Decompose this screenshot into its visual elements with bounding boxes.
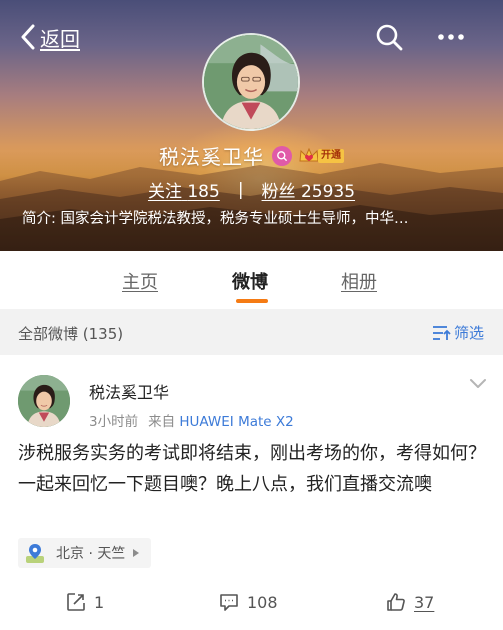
profile-name-row: 税法奚卫华 开通 <box>0 141 503 170</box>
post-count-label: 全部微博 (135) <box>18 325 124 343</box>
chevron-down-icon[interactable] <box>468 377 488 391</box>
post-source-prefix: 来自 <box>148 414 176 430</box>
post-device[interactable]: HUAWEI Mate X2 <box>179 414 293 430</box>
profile-bio[interactable]: 简介: 国家会计学院税法教授，税务专业硕士生导师，中华… <box>22 207 482 228</box>
tab-album[interactable]: 相册 <box>341 268 377 294</box>
profile-stats: 关注 185 | 粉丝 25935 <box>0 177 503 203</box>
followers-count: 25935 <box>300 182 356 202</box>
location-tag[interactable]: 北京 · 天竺 <box>18 538 152 568</box>
filter-bar: 全部微博 (135) 筛选 <box>0 309 503 355</box>
post-author-avatar[interactable] <box>18 375 70 427</box>
comment-button[interactable]: 108 <box>219 592 278 612</box>
repost-icon <box>67 593 85 611</box>
post-actions: 1 108 37 <box>0 592 503 622</box>
crown-icon <box>299 147 319 161</box>
verified-badge-icon <box>272 145 292 166</box>
back-button[interactable]: 返回 <box>20 22 80 52</box>
following-label: 关注 <box>147 182 182 202</box>
post-author-name[interactable]: 税法奚卫华 <box>89 379 169 403</box>
profile-tabs: 主页 微博 相册 <box>0 251 503 309</box>
search-icon[interactable] <box>374 22 404 52</box>
followers-link[interactable]: 粉丝 25935 <box>262 177 356 202</box>
followers-label: 粉丝 <box>261 182 296 202</box>
filter-label: 筛选 <box>454 324 485 342</box>
play-arrow-icon <box>133 549 140 557</box>
comment-count: 108 <box>247 592 278 612</box>
back-label: 返回 <box>40 26 80 51</box>
thumbs-up-icon <box>387 593 405 611</box>
comment-icon <box>220 594 238 611</box>
like-count: 37 <box>414 592 435 612</box>
stats-separator: | <box>237 179 244 200</box>
active-tab-indicator <box>236 299 268 303</box>
following-count: 185 <box>187 182 220 202</box>
location-pin-icon <box>26 544 44 563</box>
tab-home[interactable]: 主页 <box>122 268 158 294</box>
profile-avatar[interactable] <box>202 33 300 131</box>
following-link[interactable]: 关注 185 <box>148 177 220 202</box>
profile-name: 税法奚卫华 <box>159 145 264 169</box>
post-card: 税法奚卫华 3小时前 来自 HUAWEI Mate X2 涉税服务实务的考试即将结… <box>0 355 503 630</box>
vip-open-label: 开通 <box>318 148 344 163</box>
vip-badge[interactable]: 开通 <box>298 146 344 166</box>
post-content[interactable]: 涉税服务实务的考试即将结束，刚出考场的你，考得如何？一起来回忆一下题目噢？晚上八… <box>18 438 488 500</box>
repost-button[interactable]: 1 <box>66 592 104 612</box>
location-label: 北京 · 天竺 <box>56 546 126 562</box>
like-button[interactable]: 37 <box>386 592 434 612</box>
repost-count: 1 <box>94 592 105 612</box>
filter-button[interactable]: 筛选 <box>432 322 484 343</box>
tab-weibo[interactable]: 微博 <box>232 268 268 294</box>
filter-icon <box>433 325 451 340</box>
chevron-left-icon <box>21 24 35 50</box>
more-icon[interactable] <box>436 22 466 52</box>
post-time: 3小时前 <box>89 414 139 430</box>
post-meta: 3小时前 来自 HUAWEI Mate X2 <box>89 410 294 430</box>
